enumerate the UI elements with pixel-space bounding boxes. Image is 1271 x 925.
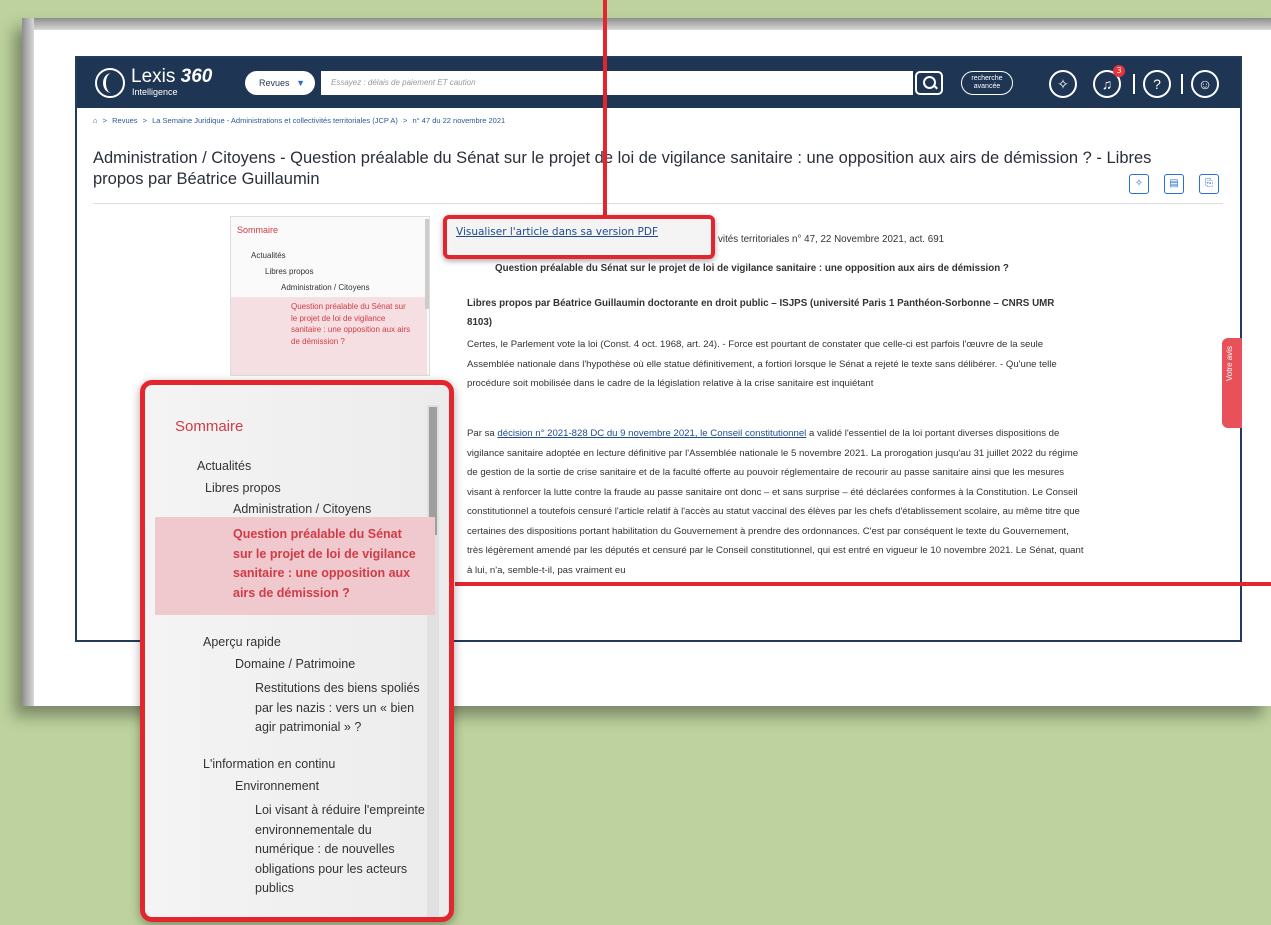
toc-heading: Sommaire bbox=[175, 418, 244, 435]
frame-edge-top bbox=[22, 18, 1271, 30]
article-subtitle: Question préalable du Sénat sur le proje… bbox=[495, 263, 1009, 274]
toc-heading: Sommaire bbox=[237, 225, 279, 235]
search-input[interactable]: Essayez : délais de paiement ET caution bbox=[321, 71, 913, 95]
toc-item-environnement[interactable]: Environnement bbox=[235, 779, 319, 793]
brand-subtitle: Intelligence bbox=[132, 87, 178, 97]
top-navigation-bar: Lexis 360 Intelligence Revues ▼ Essayez :… bbox=[77, 58, 1240, 108]
search-scope-select[interactable]: Revues ▼ bbox=[245, 71, 315, 95]
breadcrumb-item-issue[interactable]: n° 47 du 22 novembre 2021 bbox=[413, 116, 506, 125]
brand-name[interactable]: Lexis 360 bbox=[131, 67, 212, 87]
feedback-tab[interactable]: Votre avis bbox=[1222, 338, 1242, 428]
callout-connector bbox=[603, 0, 607, 225]
breadcrumb-separator: > bbox=[403, 116, 408, 125]
header-separator bbox=[1133, 74, 1135, 94]
breadcrumb-item-revues[interactable]: Revues bbox=[112, 116, 137, 125]
breadcrumb: ⌂ > Revues > La Semaine Juridique - Admi… bbox=[93, 116, 508, 125]
toc-item-information[interactable]: L'information en continu bbox=[203, 757, 335, 771]
pin-icon[interactable]: ✧ bbox=[1049, 70, 1077, 98]
export-icon[interactable]: ⎘ bbox=[1199, 174, 1219, 194]
toc-item-libres-propos[interactable]: Libres propos bbox=[265, 267, 313, 276]
decision-link[interactable]: décision n° 2021-828 DC du 9 novembre 20… bbox=[497, 428, 806, 439]
home-icon[interactable]: ⌂ bbox=[93, 116, 98, 125]
frame-edge-left bbox=[22, 18, 34, 706]
print-icon[interactable]: ▤ bbox=[1164, 174, 1184, 194]
article-source: vités territoriales n° 47, 22 Novembre 2… bbox=[718, 234, 945, 245]
toc-scrollbar[interactable] bbox=[425, 219, 429, 309]
header-separator bbox=[1181, 74, 1183, 94]
toc-item-active[interactable]: Question préalable du Sénat sur le proje… bbox=[155, 517, 435, 615]
article-paragraph: Certes, le Parlement vote la loi (Const.… bbox=[467, 339, 1057, 389]
toc-item-loi-numerique[interactable]: Loi visant à réduire l'empreinte environ… bbox=[255, 801, 430, 899]
callout-connector bbox=[455, 582, 1271, 586]
user-account-icon[interactable]: ☺ bbox=[1191, 70, 1219, 98]
toc-scrollbar-thumb[interactable] bbox=[429, 407, 437, 535]
pdf-callout-box: Visualiser l'article dans sa version PDF bbox=[443, 215, 715, 259]
view-pdf-link[interactable]: Visualiser l'article dans sa version PDF bbox=[456, 226, 658, 238]
table-of-contents: Sommaire Actualités Libres propos Admini… bbox=[230, 216, 430, 376]
toc-item-domaine[interactable]: Domaine / Patrimoine bbox=[235, 657, 355, 671]
breadcrumb-item-journal[interactable]: La Semaine Juridique - Administrations e… bbox=[152, 116, 398, 125]
toc-item-restitutions[interactable]: Restitutions des biens spoliés par les n… bbox=[255, 679, 430, 738]
article-author: Libres propos par Béatrice Guillaumin do… bbox=[467, 298, 1055, 328]
article-paragraph: Par sa décision n° 2021-828 DC du 9 nove… bbox=[467, 428, 1084, 576]
toc-item-libres-propos[interactable]: Libres propos bbox=[205, 481, 281, 495]
bookmark-icon[interactable]: ✧ bbox=[1129, 174, 1149, 194]
chevron-down-icon: ▼ bbox=[296, 78, 305, 88]
lexis-logo-icon[interactable] bbox=[95, 68, 125, 98]
notification-count-badge: 3 bbox=[1113, 65, 1125, 77]
title-divider bbox=[93, 203, 1223, 204]
toc-item-active[interactable]: Question préalable du Sénat sur le proje… bbox=[231, 297, 427, 375]
advanced-search-button[interactable]: recherche avancée bbox=[961, 71, 1013, 95]
breadcrumb-separator: > bbox=[102, 116, 108, 125]
toc-item-apercu[interactable]: Aperçu rapide bbox=[203, 635, 281, 649]
toc-item-administration[interactable]: Administration / Citoyens bbox=[233, 502, 371, 516]
toc-zoom-callout: Sommaire Actualités Libres propos Admini… bbox=[140, 380, 454, 922]
help-icon[interactable]: ? bbox=[1143, 70, 1171, 98]
page-title: Administration / Citoyens - Question pré… bbox=[93, 149, 1152, 188]
toc-item-actualites[interactable]: Actualités bbox=[251, 251, 286, 260]
toc-item-actualites[interactable]: Actualités bbox=[197, 459, 251, 473]
search-icon[interactable] bbox=[915, 71, 943, 95]
breadcrumb-separator: > bbox=[142, 116, 148, 125]
toc-item-administration[interactable]: Administration / Citoyens bbox=[281, 283, 369, 292]
